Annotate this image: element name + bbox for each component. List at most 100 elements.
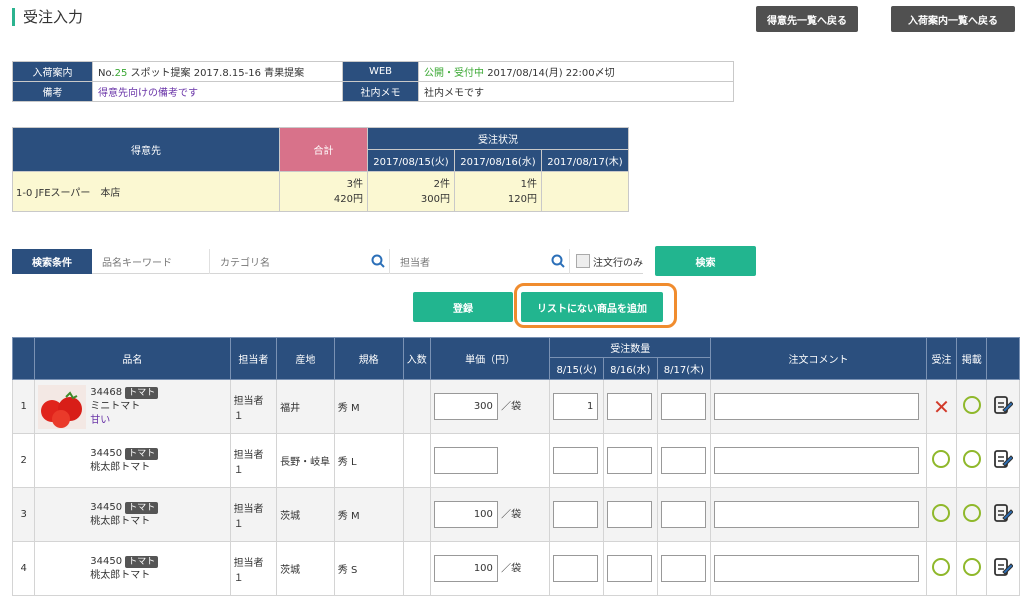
price-cell: 300 ／袋 xyxy=(429,379,551,434)
circle-icon[interactable] xyxy=(932,558,951,576)
comment-cell xyxy=(710,433,927,488)
search-bar: 検索条件 品名キーワード カテゴリ名 担当者 注文行のみ xyxy=(12,248,643,274)
header-no xyxy=(11,337,36,380)
comment-cell xyxy=(710,541,927,596)
qty-cell xyxy=(656,487,712,542)
origin-cell: 茨城 xyxy=(276,487,335,542)
back-to-customers-button[interactable]: 得意先一覧へ戻る xyxy=(756,6,858,32)
search-icon[interactable] xyxy=(371,254,385,268)
back-to-arrivals-button[interactable]: 入荷案内一覧へ戻る xyxy=(891,6,1015,32)
search-button[interactable]: 検索 xyxy=(655,246,756,276)
keyword-input[interactable]: 品名キーワード xyxy=(92,248,210,274)
price-input[interactable]: 100 xyxy=(433,555,498,582)
item-cell: 34450 トマト 桃太郎トマト xyxy=(34,487,231,542)
reject-icon[interactable]: ✕ xyxy=(933,395,950,419)
spec-cell: 秀 L xyxy=(333,433,404,488)
qty-per-cell xyxy=(402,541,431,596)
qty-input[interactable] xyxy=(553,447,599,474)
qty-input[interactable] xyxy=(553,555,599,582)
header-status: 受注状況 xyxy=(367,127,629,150)
qty-input[interactable] xyxy=(660,393,706,420)
circle-icon[interactable] xyxy=(962,558,981,576)
edit-cell xyxy=(986,541,1020,596)
header-edit xyxy=(986,337,1020,380)
header-customer: 得意先 xyxy=(12,127,280,172)
circle-icon[interactable] xyxy=(962,504,981,522)
only-ordered-toggle[interactable]: 注文行のみ xyxy=(570,254,643,269)
qty-input[interactable]: 1 xyxy=(553,393,599,420)
edit-icon[interactable] xyxy=(993,502,1014,524)
header-total: 合計 xyxy=(279,127,368,172)
category-tag: トマト xyxy=(125,555,159,568)
publish-cell xyxy=(956,433,988,488)
header-comment: 注文コメント xyxy=(710,337,927,380)
header-date1: 8/15(火) xyxy=(549,357,604,380)
only-ordered-label: 注文行のみ xyxy=(593,257,643,269)
search-icon[interactable] xyxy=(551,254,565,268)
row-number: 1 xyxy=(11,379,36,434)
edit-cell xyxy=(986,487,1020,542)
comment-input[interactable] xyxy=(714,447,920,474)
only-ordered-checkbox[interactable] xyxy=(576,254,590,268)
qty-per-cell xyxy=(402,487,431,542)
circle-icon[interactable] xyxy=(962,450,981,468)
comment-input[interactable] xyxy=(714,501,920,528)
price-cell xyxy=(429,433,551,488)
person-cell: 担当者１ xyxy=(229,487,278,542)
table-row: 2 34450 トマト 桃太郎トマト 担当者１ 長野・岐阜 秀 L xyxy=(11,433,1020,488)
tomato-thumbnail xyxy=(38,384,87,429)
price-input[interactable] xyxy=(433,447,498,474)
qty-cell: 1 xyxy=(549,379,604,434)
edit-cell xyxy=(986,379,1020,434)
total-cell: 3件 420円 xyxy=(279,171,368,212)
qty-input[interactable] xyxy=(660,555,706,582)
edit-icon[interactable] xyxy=(993,448,1014,470)
header-date2: 8/16(水) xyxy=(602,357,658,380)
price-input[interactable]: 300 xyxy=(433,393,498,420)
item-name: 桃太郎トマト xyxy=(90,461,151,473)
spec-cell: 秀 M xyxy=(333,487,404,542)
header-date3: 8/17(木) xyxy=(656,357,712,380)
header-accept: 受注 xyxy=(925,337,958,380)
qty-per-cell xyxy=(402,433,431,488)
memo-value: 社内メモです xyxy=(418,81,734,102)
add-item-button[interactable]: リストにない商品を追加 xyxy=(521,292,663,322)
qty-input[interactable] xyxy=(606,393,652,420)
category-tag: トマト xyxy=(125,447,159,460)
header-qty-per: 入数 xyxy=(402,337,431,380)
edit-icon[interactable] xyxy=(993,556,1014,578)
header-order-qty: 受注数量 xyxy=(549,337,712,358)
item-cell: 34450 トマト 桃太郎トマト xyxy=(34,541,231,596)
header-date: 2017/08/17(木) xyxy=(541,149,629,172)
category-input[interactable]: カテゴリ名 xyxy=(210,248,390,274)
price-input[interactable]: 100 xyxy=(433,501,498,528)
qty-input[interactable] xyxy=(606,501,652,528)
person-cell: 担当者１ xyxy=(229,379,278,434)
comment-input[interactable] xyxy=(714,555,920,582)
circle-icon[interactable] xyxy=(932,450,951,468)
edit-icon[interactable] xyxy=(993,394,1014,416)
arrival-label: 入荷案内 xyxy=(12,61,93,82)
qty-cell xyxy=(602,487,658,542)
comment-cell xyxy=(710,487,927,542)
person-input[interactable]: 担当者 xyxy=(390,248,570,274)
page-title: 受注入力 xyxy=(12,8,83,26)
qty-input[interactable] xyxy=(660,447,706,474)
qty-input[interactable] xyxy=(553,501,599,528)
comment-input[interactable] xyxy=(714,393,920,420)
circle-icon[interactable] xyxy=(962,396,981,414)
qty-input[interactable] xyxy=(660,501,706,528)
item-sub: 甘い xyxy=(90,414,111,426)
register-button[interactable]: 登録 xyxy=(413,292,513,322)
header-publish: 掲載 xyxy=(956,337,988,380)
web-status: 公開・受付中 2017/08/14(月) 22:00〆切 xyxy=(418,61,734,82)
circle-icon[interactable] xyxy=(932,504,951,522)
accept-cell xyxy=(925,433,958,488)
qty-input[interactable] xyxy=(606,555,652,582)
row-number: 4 xyxy=(11,541,36,596)
date1-cell: 2件 300円 xyxy=(367,171,455,212)
qty-input[interactable] xyxy=(606,447,652,474)
header-date: 2017/08/15(火) xyxy=(367,149,455,172)
customer-name: 1-0 JFEスーパー 本店 xyxy=(12,171,280,212)
web-label: WEB xyxy=(342,61,419,82)
